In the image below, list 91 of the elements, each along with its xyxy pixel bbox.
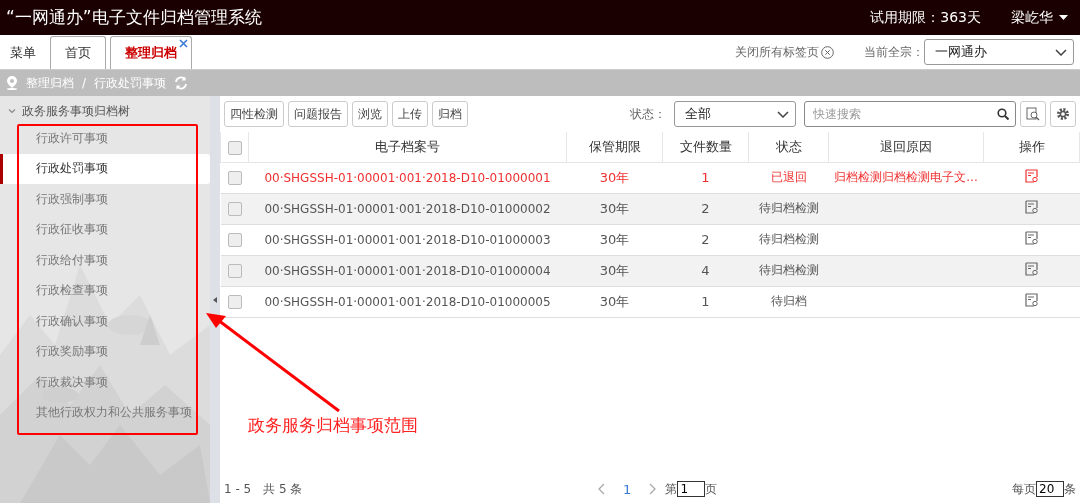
row-checkbox[interactable] (227, 263, 242, 278)
page-link[interactable]: 1 (619, 481, 636, 497)
table-cell: 30年 (566, 286, 663, 317)
table-cell: 00·SHGSSH-01·00001·001·2018-D10-01000001 (248, 162, 567, 193)
goto-label: 第 (665, 480, 678, 498)
record-total: 共 5 条 (263, 480, 303, 498)
toolbar-button[interactable]: 归档 (432, 101, 468, 127)
toolbar-button[interactable]: 四性检测 (224, 101, 284, 127)
user-menu[interactable]: 梁屹华 (1011, 8, 1068, 27)
document-icon[interactable] (1024, 169, 1039, 183)
table-cell: 已退回 (748, 162, 829, 193)
table-cell: 2 (662, 224, 749, 255)
close-icon (821, 45, 834, 59)
trial-period: 试用期限：363天 (870, 8, 981, 27)
search-icon (997, 108, 1009, 120)
table-cell: 00·SHGSSH-01·00001·001·2018-D10-01000005 (248, 286, 567, 317)
table-cell: 待归档检测 (748, 224, 829, 255)
document-icon[interactable] (1024, 262, 1039, 276)
fonds-label: 当前全宗： (864, 43, 924, 61)
table-cell: 30年 (566, 224, 663, 255)
annotation-label: 政务服务归档事项范围 (248, 414, 418, 437)
per-page-label: 条 (1064, 480, 1076, 498)
caret-icon (1059, 15, 1068, 20)
toolbar-button[interactable]: 问题报告 (288, 101, 348, 127)
row-checkbox[interactable] (227, 294, 242, 309)
page-input[interactable]: 1 (677, 481, 706, 497)
tree-item[interactable]: 行政征收事项 (0, 214, 210, 245)
tree-root[interactable]: 政务服务事项归档树 (0, 99, 210, 123)
tree-item[interactable]: 行政检查事项 (0, 275, 210, 306)
column-header: 保管期限 (566, 132, 663, 162)
select-all-checkbox[interactable] (227, 140, 242, 155)
column-header: 电子档案号 (248, 132, 567, 162)
row-checkbox[interactable] (227, 170, 242, 185)
per-page-input[interactable]: 20 (1036, 481, 1064, 497)
status-select[interactable]: 全部 (674, 101, 796, 127)
per-page-label: 每页 (1012, 480, 1036, 498)
chevron-down-icon (1055, 48, 1067, 56)
document-icon[interactable] (1024, 231, 1039, 245)
column-header: 状态 (748, 132, 829, 162)
chevron-down-icon (777, 110, 789, 118)
tree-item[interactable]: 行政裁决事项 (0, 367, 210, 397)
chevron-down-icon (8, 107, 16, 115)
table-cell: 1 (662, 286, 749, 317)
column-header: 操作 (983, 132, 1080, 162)
table-cell: 4 (662, 255, 749, 286)
document-icon[interactable] (1024, 200, 1039, 214)
tree-item[interactable]: 行政确认事项 (0, 306, 210, 336)
table-cell: 00·SHGSSH-01·00001·001·2018-D10-01000004 (248, 255, 567, 286)
tree-item[interactable]: 行政许可事项 (0, 123, 210, 153)
tree-item[interactable]: 行政强制事项 (0, 184, 210, 214)
tree-item[interactable]: 行政处罚事项 (0, 153, 210, 184)
page-tab[interactable]: 首页 (50, 36, 106, 69)
document-icon[interactable] (1024, 293, 1039, 307)
breadcrumb-separator: / (82, 76, 87, 90)
previous-page-icon[interactable] (597, 483, 606, 495)
fonds-select[interactable]: 一网通办 (924, 39, 1074, 65)
close-icon[interactable] (179, 39, 188, 48)
table-cell: 归档检测归档检测电子文... (828, 162, 984, 193)
toolbar-button[interactable]: 浏览 (352, 101, 388, 127)
tree-item[interactable]: 行政奖励事项 (0, 336, 210, 367)
column-header: 退回原因 (828, 132, 984, 162)
table-cell: 30年 (566, 162, 663, 193)
search-field[interactable]: 快速搜索 (804, 101, 1016, 127)
table-cell: 待归档检测 (748, 193, 829, 224)
table-cell: 待归档检测 (748, 255, 829, 286)
table-cell: 00·SHGSSH-01·00001·001·2018-D10-01000002 (248, 193, 567, 224)
table-cell: 00·SHGSSH-01·00001·001·2018-D10-01000003 (248, 224, 567, 255)
toolbar-button[interactable]: 上传 (392, 101, 428, 127)
tree-item[interactable]: 行政给付事项 (0, 245, 210, 275)
table-cell: 2 (662, 193, 749, 224)
next-page-icon[interactable] (649, 483, 658, 495)
row-checkbox[interactable] (227, 201, 242, 216)
table-cell: 30年 (566, 255, 663, 286)
record-range: 1 - 5 (224, 482, 252, 496)
column-header: 文件数量 (662, 132, 749, 162)
table-cell: 1 (662, 162, 749, 193)
close-all-tabs-link[interactable]: 关闭所有标签页 (729, 42, 840, 62)
table-cell: 30年 (566, 193, 663, 224)
document-search-icon (1026, 107, 1040, 121)
row-checkbox[interactable] (227, 232, 242, 247)
refresh-icon[interactable] (174, 76, 189, 90)
collapse-handle[interactable] (213, 296, 217, 303)
goto-label: 页 (705, 480, 718, 498)
page-tab[interactable]: 整理归档 (110, 36, 192, 69)
advanced-search-button[interactable] (1020, 101, 1046, 127)
location-pin-icon (6, 76, 18, 90)
settings-button[interactable] (1050, 101, 1076, 127)
settings-icon (1056, 107, 1070, 121)
app-title: “一网通办”电子文件归档管理系统 (6, 6, 263, 29)
table-cell: 待归档 (748, 286, 829, 317)
status-label: 状态： (630, 105, 666, 123)
